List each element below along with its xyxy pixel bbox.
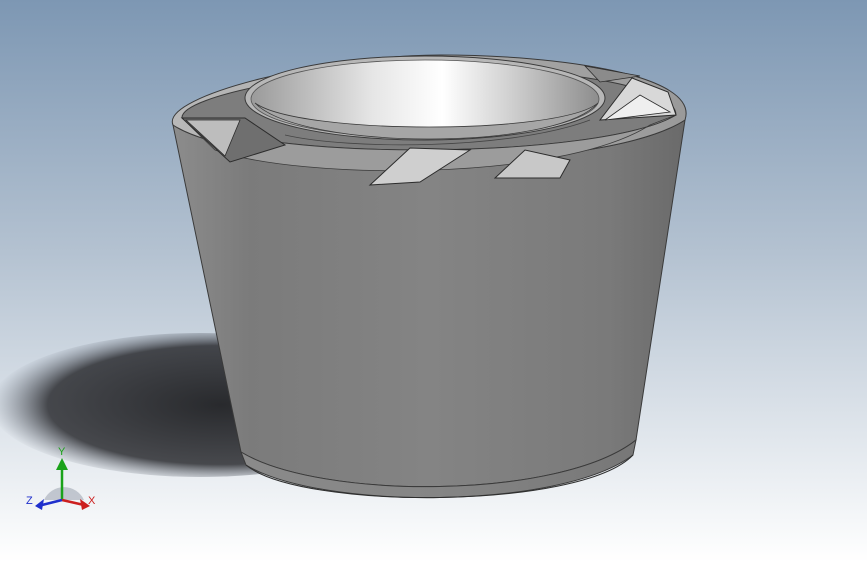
triad-z-label: Z (26, 495, 33, 507)
model-view[interactable]: Y X Z (0, 0, 867, 562)
cup-part[interactable] (171, 54, 687, 499)
graphics-viewport[interactable]: Y X Z (0, 0, 867, 562)
triad-y-label: Y (58, 446, 66, 458)
triad-x-label: X (88, 495, 96, 507)
